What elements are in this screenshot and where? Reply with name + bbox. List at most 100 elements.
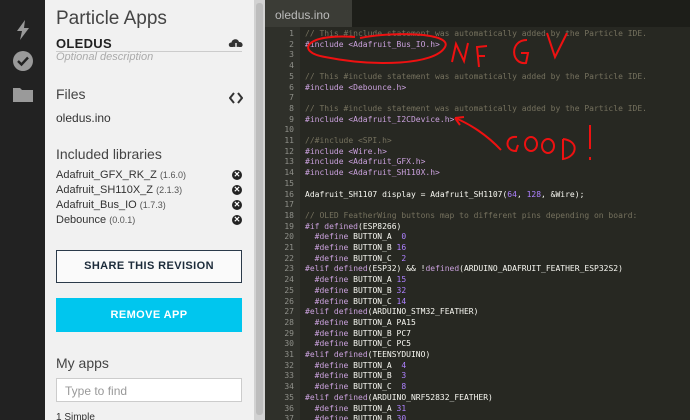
code-line[interactable]: 27 #elif defined(ARDUINO_STM32_FEATHER) xyxy=(265,307,690,318)
remove-library-icon[interactable]: ✕ xyxy=(232,200,242,210)
code-text: //#include <SPI.h> xyxy=(305,136,392,145)
code-line[interactable]: 33 #define BUTTON_B 3 xyxy=(265,371,690,382)
code-line[interactable]: 18 // OLED FeatherWing buttons map to dif… xyxy=(265,211,690,222)
line-number: 6 xyxy=(289,82,294,92)
code-line[interactable]: 12 #include <Wire.h> xyxy=(265,147,690,158)
line-number: 37 xyxy=(284,414,294,420)
code-text: #define BUTTON_C 8 xyxy=(314,382,407,392)
code-line[interactable]: 13 #include <Adafruit_GFX.h> xyxy=(265,157,690,168)
my-apps-heading: My apps xyxy=(56,355,109,371)
code-line[interactable]: 10 xyxy=(265,125,690,136)
code-line[interactable]: 7 xyxy=(265,93,690,104)
code-line[interactable]: 36 #define BUTTON_A 31 xyxy=(265,404,690,415)
code-line[interactable]: 29 #define BUTTON_B PC7 xyxy=(265,329,690,340)
line-number: 21 xyxy=(284,243,294,252)
library-name: Debounce xyxy=(56,214,107,226)
code-text: #elif defined(TEENSYDUINO) xyxy=(305,350,431,359)
code-line[interactable]: 14 #include <Adafruit_SH110X.h> xyxy=(265,168,690,179)
code-line[interactable]: 34 #define BUTTON_C 8 xyxy=(265,382,690,393)
app-list-item[interactable]: 1 Simple xyxy=(56,412,95,420)
code-line[interactable]: 25 #define BUTTON_B 32 xyxy=(265,286,690,297)
compare-arrows-icon[interactable] xyxy=(228,91,244,109)
code-editor[interactable]: 1 // This #include statement was automati… xyxy=(265,27,690,420)
line-number: 17 xyxy=(284,200,294,210)
code-text: #if defined(ESP8266) xyxy=(305,221,402,231)
file-item-oledus[interactable]: oledus.ino xyxy=(56,111,111,125)
line-number: 20 xyxy=(284,232,294,242)
code-line[interactable]: 9 #include <Adafruit_I2CDevice.h> xyxy=(265,115,690,126)
cloud-download-icon[interactable] xyxy=(228,37,244,56)
code-line[interactable]: 35 #elif defined(ARDUINO_NRF52832_FEATHER… xyxy=(265,393,690,404)
code-line[interactable]: 17 xyxy=(265,200,690,211)
scrollbar-thumb[interactable] xyxy=(256,3,263,415)
code-text: #include <Adafruit_I2CDevice.h> xyxy=(305,114,455,124)
line-number: 36 xyxy=(284,403,294,413)
app-name[interactable]: OLEDUS xyxy=(56,36,112,51)
remove-app-button[interactable]: REMOVE APP xyxy=(56,298,242,332)
folder-icon[interactable] xyxy=(12,83,34,105)
library-item[interactable]: Adafruit_Bus_IO (1.7.3) ✕ xyxy=(56,199,242,214)
verify-check-icon[interactable] xyxy=(12,50,34,72)
code-line[interactable]: 1 // This #include statement was automati… xyxy=(265,29,690,40)
code-line[interactable]: 37 #define BUTTON_B 30 xyxy=(265,414,690,420)
line-number: 34 xyxy=(284,382,294,392)
code-line[interactable]: 31 #elif defined(TEENSYDUINO) xyxy=(265,350,690,361)
app-description-field[interactable]: Optional description xyxy=(56,51,153,63)
code-text: #define BUTTON_B PC7 xyxy=(314,328,411,338)
line-number: 25 xyxy=(284,285,294,295)
flash-icon[interactable] xyxy=(12,19,34,41)
tab-oledus[interactable]: oledus.ino xyxy=(265,0,352,27)
code-line[interactable]: 15 xyxy=(265,179,690,190)
line-number: 3 xyxy=(289,50,294,60)
library-name: Adafruit_Bus_IO xyxy=(56,199,137,211)
code-line[interactable]: 5 // This #include statement was automati… xyxy=(265,72,690,83)
remove-library-icon[interactable]: ✕ xyxy=(232,185,242,195)
code-line[interactable]: 23 #elif defined(ESP32) && !defined(ARDUI… xyxy=(265,264,690,275)
library-item[interactable]: Debounce (0.0.1) ✕ xyxy=(56,214,242,229)
code-line[interactable]: 3 xyxy=(265,50,690,61)
code-line[interactable]: 30 #define BUTTON_C PC5 xyxy=(265,339,690,350)
remove-library-icon[interactable]: ✕ xyxy=(232,170,242,180)
library-item[interactable]: Adafruit_SH110X_Z (2.1.3) ✕ xyxy=(56,184,242,199)
code-text: #define BUTTON_C 2 xyxy=(314,253,407,263)
line-number: 24 xyxy=(284,275,294,285)
code-text: // This #include statement was automatic… xyxy=(305,103,647,113)
code-line[interactable]: 8 // This #include statement was automati… xyxy=(265,104,690,115)
line-number: 11 xyxy=(284,136,294,145)
library-version: (0.0.1) xyxy=(109,215,136,225)
code-line[interactable]: 2 #include <Adafruit_Bus_IO.h> xyxy=(265,40,690,51)
line-number: 18 xyxy=(284,210,294,220)
code-line[interactable]: 6 #include <Debounce.h> xyxy=(265,83,690,94)
code-text: #elif defined(ESP32) && !defined(ARDUINO… xyxy=(305,264,623,274)
line-number: 33 xyxy=(284,371,294,381)
code-text: #define BUTTON_C PC5 xyxy=(314,339,411,349)
code-line[interactable]: 32 #define BUTTON_A 4 xyxy=(265,361,690,372)
code-text: #include <Wire.h> xyxy=(305,146,387,156)
code-line[interactable]: 21 #define BUTTON_B 16 xyxy=(265,243,690,254)
remove-library-icon[interactable]: ✕ xyxy=(232,215,242,225)
library-item[interactable]: Adafruit_GFX_RK_Z (1.6.0) ✕ xyxy=(56,169,242,184)
share-revision-button[interactable]: SHARE THIS REVISION xyxy=(56,250,242,283)
code-line[interactable]: 19 #if defined(ESP8266) xyxy=(265,222,690,233)
code-line[interactable]: 24 #define BUTTON_A 15 xyxy=(265,275,690,286)
code-line[interactable]: 26 #define BUTTON_C 14 xyxy=(265,297,690,308)
app-search-input[interactable]: Type to find xyxy=(56,378,242,402)
sidebar-scrollbar[interactable] xyxy=(254,0,265,420)
code-line[interactable]: 28 #define BUTTON_A PA15 xyxy=(265,318,690,329)
code-line[interactable]: 4 xyxy=(265,61,690,72)
code-line[interactable]: 16 Adafruit_SH1107 display = Adafruit_SH1… xyxy=(265,190,690,201)
code-text: // This #include statement was automatic… xyxy=(305,71,647,81)
code-line[interactable]: 22 #define BUTTON_C 2 xyxy=(265,254,690,265)
code-line[interactable]: 11 //#include <SPI.h> xyxy=(265,136,690,147)
line-number: 22 xyxy=(284,253,294,263)
code-text: Adafruit_SH1107 display = Adafruit_SH110… xyxy=(305,189,585,199)
code-line[interactable]: 20 #define BUTTON_A 0 xyxy=(265,232,690,243)
line-number: 28 xyxy=(284,317,294,327)
code-text: #define BUTTON_B 32 xyxy=(314,285,407,295)
line-number: 27 xyxy=(284,307,294,317)
line-number: 19 xyxy=(284,221,294,231)
line-number: 9 xyxy=(289,114,294,124)
line-number: 30 xyxy=(284,339,294,349)
code-text: #define BUTTON_B 16 xyxy=(314,243,407,252)
line-number: 1 xyxy=(289,29,294,38)
